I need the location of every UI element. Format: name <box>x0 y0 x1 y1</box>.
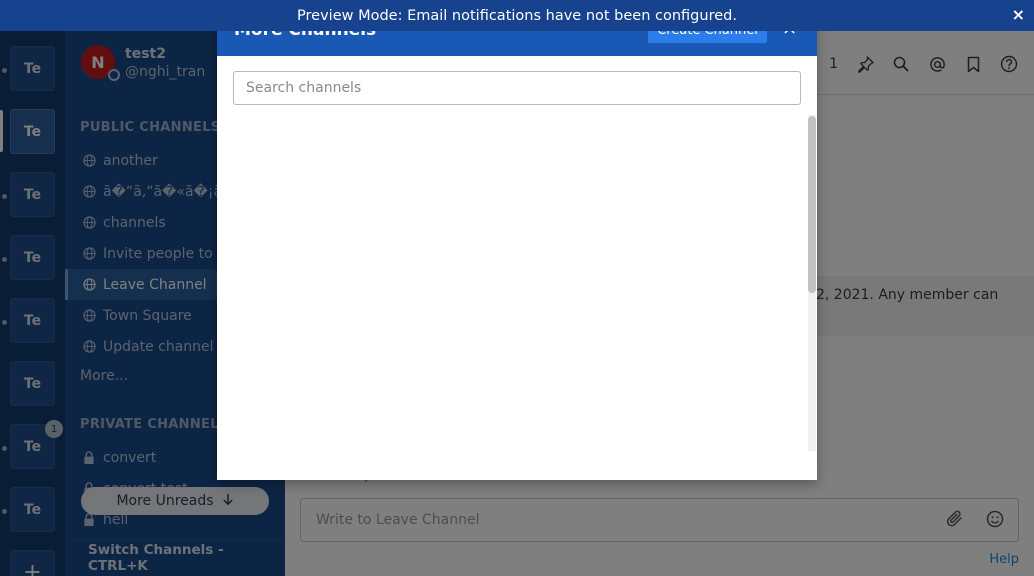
preview-banner: Preview Mode: Email notifications have n… <box>0 0 1034 31</box>
scrollbar-thumb[interactable] <box>808 116 816 293</box>
more-channels-modal: More Channels Create Channel × <box>217 8 817 480</box>
search-channels-input[interactable] <box>233 71 801 105</box>
banner-close-icon[interactable]: × <box>1012 5 1025 24</box>
channel-list <box>233 115 801 460</box>
banner-text: Preview Mode: Email notifications have n… <box>297 7 737 24</box>
